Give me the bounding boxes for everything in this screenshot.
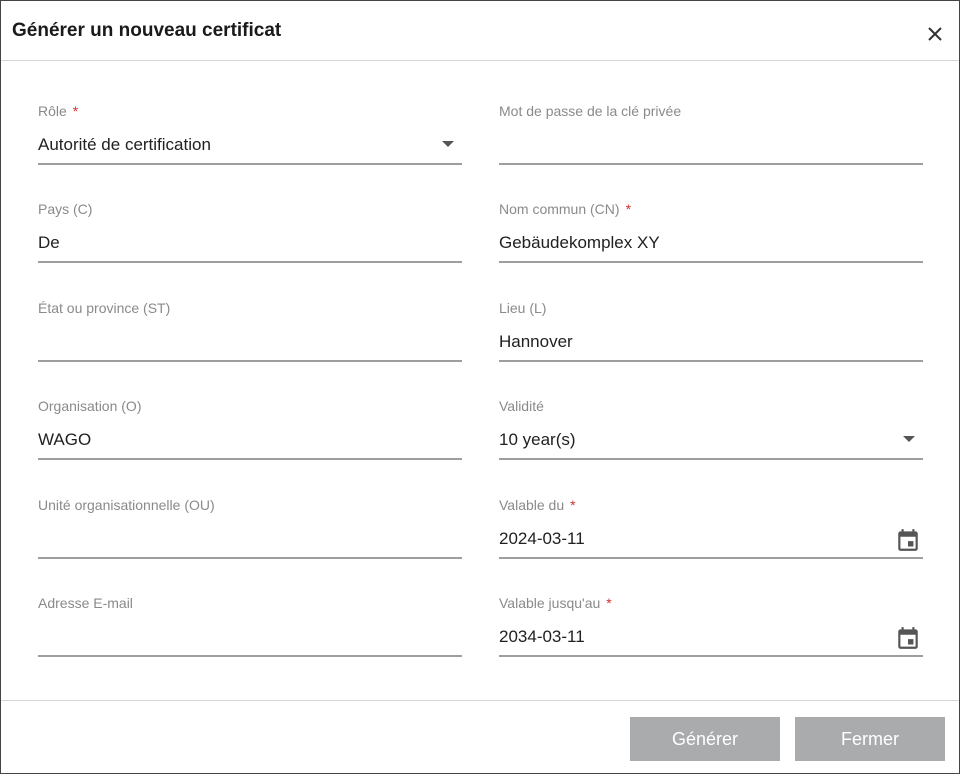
valid-until-label: Valable jusqu'au * — [499, 595, 612, 611]
field-underline — [38, 261, 462, 263]
dialog-footer: Générer Fermer — [1, 700, 959, 773]
field-underline — [499, 458, 923, 460]
field-underline — [38, 458, 462, 460]
organization-value: WAGO — [38, 430, 92, 449]
calendar-icon[interactable] — [895, 527, 921, 553]
validity-label: Validité — [499, 398, 544, 414]
email-value — [38, 625, 462, 649]
state-value — [38, 330, 462, 354]
private-key-password-field[interactable]: Mot de passe de la clé privée — [499, 103, 923, 175]
state-field[interactable]: État ou province (ST) — [38, 300, 462, 372]
dialog-header: Générer un nouveau certificat — [1, 1, 959, 61]
field-underline — [499, 163, 923, 165]
email-field[interactable]: Adresse E-mail — [38, 595, 462, 667]
role-label: Rôle * — [38, 103, 79, 119]
generate-button[interactable]: Générer — [630, 717, 780, 761]
role-select[interactable]: Rôle * Autorité de certification — [38, 103, 462, 175]
valid-from-field[interactable]: Valable du * 2024-03-11 — [499, 497, 923, 569]
required-mark: * — [72, 103, 79, 119]
locality-value: Hannover — [499, 332, 573, 351]
field-underline — [499, 360, 923, 362]
calendar-icon[interactable] — [895, 625, 921, 651]
close-dialog-button[interactable]: Fermer — [795, 717, 945, 761]
private-key-password-label: Mot de passe de la clé privée — [499, 103, 682, 119]
state-label: État ou province (ST) — [38, 300, 171, 316]
common-name-label: Nom commun (CN) * — [499, 201, 632, 217]
valid-from-value: 2024-03-11 — [499, 529, 585, 548]
field-underline — [499, 655, 923, 657]
valid-from-label: Valable du * — [499, 497, 576, 513]
field-underline — [38, 557, 462, 559]
required-mark: * — [625, 201, 632, 217]
validity-select[interactable]: Validité 10 year(s) — [499, 398, 923, 470]
generate-certificate-dialog: Générer un nouveau certificat Rôle * Auto… — [0, 0, 960, 774]
field-underline — [38, 163, 462, 165]
email-label: Adresse E-mail — [38, 595, 133, 611]
valid-until-value: 2034-03-11 — [499, 627, 585, 646]
organization-label: Organisation (O) — [38, 398, 142, 414]
field-underline — [38, 360, 462, 362]
field-underline — [38, 655, 462, 657]
private-key-password-value — [499, 133, 923, 157]
locality-label: Lieu (L) — [499, 300, 547, 316]
validity-value: 10 year(s) — [499, 430, 576, 449]
org-unit-value — [38, 527, 462, 551]
field-underline — [499, 261, 923, 263]
organization-field[interactable]: Organisation (O) WAGO — [38, 398, 462, 470]
role-value: Autorité de certification — [38, 135, 211, 154]
caret-down-icon — [903, 436, 915, 442]
locality-field[interactable]: Lieu (L) Hannover — [499, 300, 923, 372]
country-field[interactable]: Pays (C) De — [38, 201, 462, 273]
dialog-title: Générer un nouveau certificat — [12, 20, 282, 41]
valid-until-field[interactable]: Valable jusqu'au * 2034-03-11 — [499, 595, 923, 667]
field-underline — [499, 557, 923, 559]
org-unit-field[interactable]: Unité organisationnelle (OU) — [38, 497, 462, 569]
required-mark: * — [570, 497, 576, 513]
required-mark: * — [606, 595, 612, 611]
common-name-field[interactable]: Nom commun (CN) * Gebäudekomplex XY — [499, 201, 923, 273]
close-button[interactable] — [923, 22, 947, 46]
close-icon — [928, 27, 942, 41]
caret-down-icon — [442, 141, 454, 147]
country-value: De — [38, 233, 60, 252]
org-unit-label: Unité organisationnelle (OU) — [38, 497, 215, 513]
common-name-value: Gebäudekomplex XY — [499, 233, 660, 252]
country-label: Pays (C) — [38, 201, 93, 217]
